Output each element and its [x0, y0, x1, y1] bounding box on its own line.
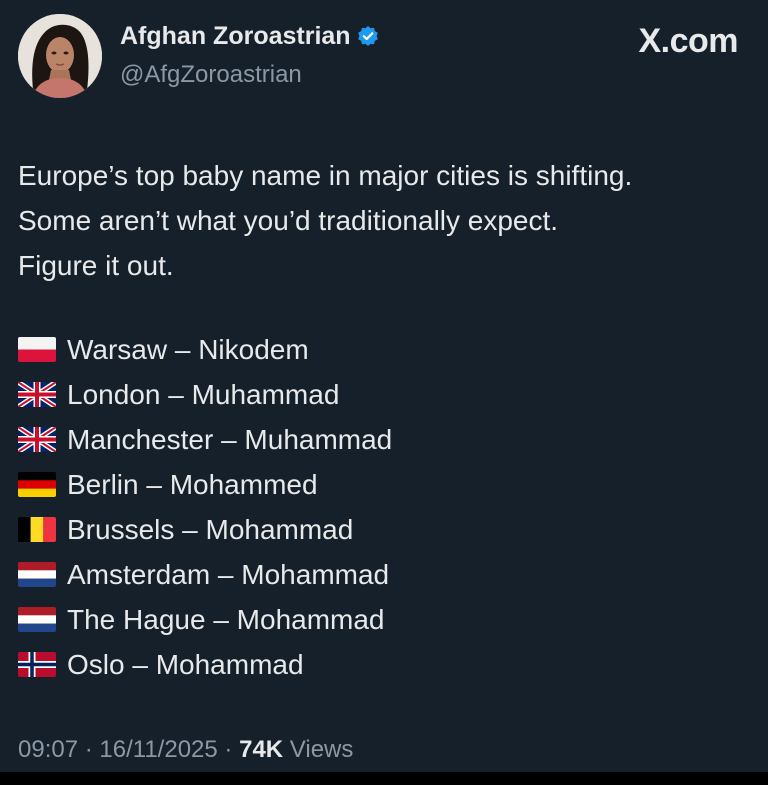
- views-count[interactable]: 74K: [239, 736, 283, 763]
- belgium-flag-icon: [18, 517, 56, 542]
- tweet-line: Europe’s top baby name in major cities i…: [18, 160, 633, 191]
- tweet-text: Europe’s top baby name in major cities i…: [18, 153, 758, 288]
- verified-badge-icon: [357, 25, 379, 47]
- list-item: Berlin – Mohammed: [18, 462, 758, 507]
- list-item: Amsterdam – Mohammad: [18, 552, 758, 597]
- netherlands-flag-icon: [18, 562, 56, 587]
- tweet-card: Afghan Zoroastrian @AfgZoroastrian X.com…: [0, 0, 768, 772]
- tweet-line: Some aren’t what you’d traditionally exp…: [18, 205, 559, 236]
- avatar[interactable]: [18, 14, 102, 98]
- tweet-date[interactable]: 16/11/2025: [99, 736, 217, 763]
- bottom-edge: [0, 772, 768, 785]
- separator-dot: ·: [224, 736, 233, 763]
- city-text: Amsterdam – Mohammad: [67, 558, 390, 590]
- tweet-line: Figure it out.: [18, 250, 174, 281]
- author-name-text: Afghan Zoroastrian: [120, 22, 351, 50]
- city-text: Oslo – Mohammad: [67, 648, 304, 680]
- poland-flag-icon: [18, 337, 56, 362]
- list-item: Brussels – Mohammad: [18, 507, 758, 552]
- uk-flag-icon: [18, 427, 56, 452]
- author-handle[interactable]: @AfgZoroastrian: [120, 61, 302, 89]
- city-text: Warsaw – Nikodem: [67, 333, 309, 365]
- separator-dot: ·: [84, 736, 93, 763]
- city-name-list: Warsaw – Nikodem London – Muhammad Manch…: [18, 327, 758, 687]
- city-text: The Hague – Mohammad: [67, 603, 385, 635]
- list-item: Oslo – Mohammad: [18, 642, 758, 687]
- city-text: Berlin – Mohammed: [67, 468, 318, 500]
- list-item: Manchester – Muhammad: [18, 417, 758, 462]
- list-item: The Hague – Mohammad: [18, 597, 758, 642]
- uk-flag-icon: [18, 382, 56, 407]
- norway-flag-icon: [18, 652, 56, 677]
- tweet-meta: 09:07 · 16/11/2025 · 74K Views: [18, 736, 353, 764]
- x-com-watermark: X.com: [638, 22, 738, 60]
- germany-flag-icon: [18, 472, 56, 497]
- city-text: Brussels – Mohammad: [67, 513, 354, 545]
- city-text: Manchester – Muhammad: [67, 423, 393, 455]
- views-label: Views: [289, 736, 354, 763]
- city-text: London – Muhammad: [67, 378, 340, 410]
- list-item: Warsaw – Nikodem: [18, 327, 758, 372]
- author-display-name[interactable]: Afghan Zoroastrian: [120, 22, 379, 51]
- list-item: London – Muhammad: [18, 372, 758, 417]
- tweet-time[interactable]: 09:07: [18, 736, 78, 763]
- netherlands-flag-icon: [18, 607, 56, 632]
